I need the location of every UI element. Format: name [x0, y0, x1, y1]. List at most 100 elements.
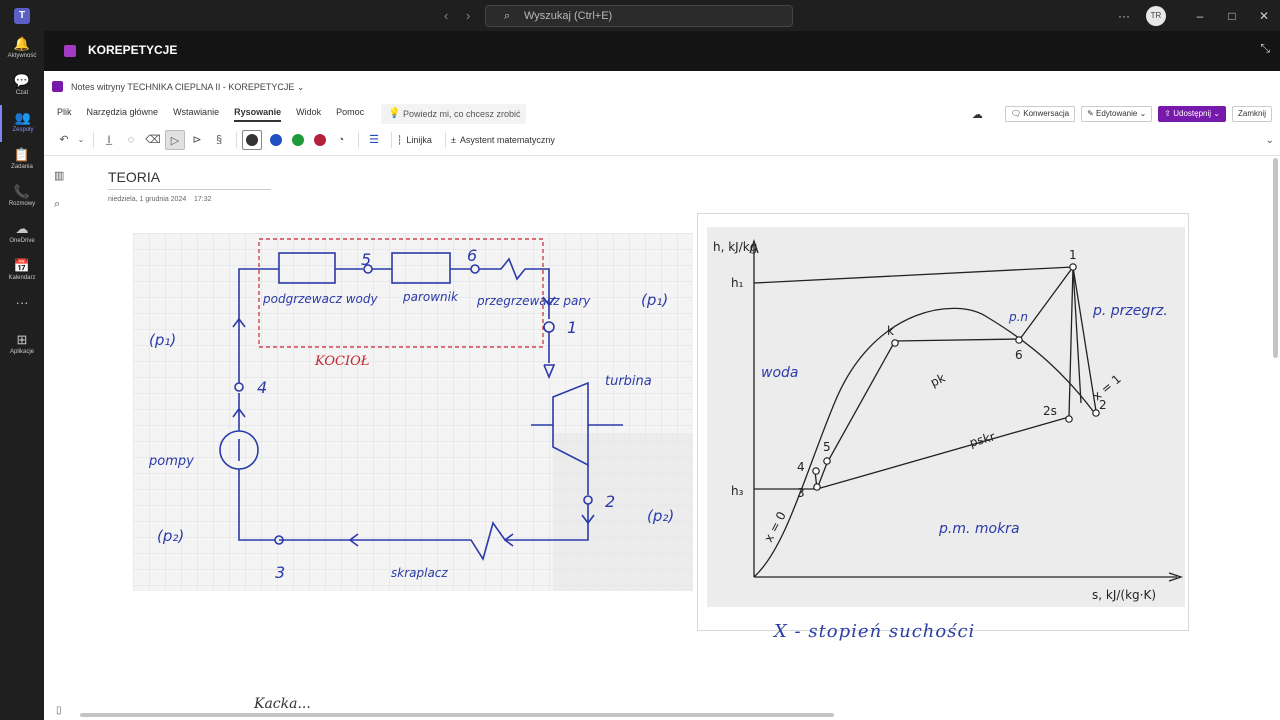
water-ink-label: woda: [761, 365, 798, 381]
hs-diagram-container[interactable]: h, kJ/kg s, kJ/(kg·K) h₁ h₃ 1 2 2s 3 4 5…: [697, 213, 1189, 631]
collapse-icon[interactable]: ⤡: [1260, 41, 1270, 56]
tab-view[interactable]: Widok: [296, 107, 321, 122]
highlighter-icon[interactable]: ◔: [331, 130, 351, 150]
bottom-ink-note[interactable]: Kacka...: [254, 696, 311, 712]
rail-item-assignments[interactable]: 📋 Zadania: [0, 142, 44, 179]
pen-green[interactable]: [292, 134, 304, 146]
lasso-icon[interactable]: ◌: [121, 130, 141, 150]
ribbon-collapse-icon[interactable]: ⌄: [1266, 135, 1274, 146]
pen-blue[interactable]: [270, 134, 282, 146]
breadcrumb[interactable]: Notes witryny TECHNIKA CIEPLNA II - KORE…: [52, 81, 304, 93]
avatar[interactable]: TR: [1146, 5, 1166, 26]
tab-file[interactable]: Plik: [57, 107, 72, 122]
divider: [236, 132, 237, 148]
point-k-label: k: [887, 324, 894, 338]
point-1-label: 1: [1069, 248, 1077, 262]
add-space-icon[interactable]: §: [209, 130, 229, 150]
tab-help[interactable]: Pomoc: [336, 107, 364, 122]
page-side-icons: ▥ ⌕: [54, 162, 64, 218]
node-3-label: 3: [275, 563, 285, 582]
team-title: KOREPETYCJE: [88, 43, 178, 57]
page-canvas[interactable]: ▥ ⌕ TEORIA niedziela, 1 grudnia 2024 17:…: [44, 156, 1280, 720]
rail-label: Zespoły: [12, 127, 34, 133]
type-select-icon[interactable]: I̲: [99, 130, 119, 150]
team-header: KOREPETYCJE ⤡: [44, 31, 1280, 71]
rail-label: OneDrive: [9, 238, 35, 244]
h3-label: h₃: [731, 484, 744, 498]
assignments-icon: 📋: [13, 147, 31, 162]
dryness-fraction-ink-note[interactable]: X - stopień suchości: [774, 621, 975, 642]
steam-ink-label: p.n: [1008, 310, 1028, 324]
calendar-icon: 📅: [13, 258, 31, 273]
line-style-icon[interactable]: ☰: [364, 130, 384, 150]
onenote-icon: [52, 81, 63, 92]
search-icon[interactable]: ⌕: [54, 190, 64, 218]
share-button[interactable]: ⇪ Udostępnij ⌄: [1158, 106, 1226, 122]
rail-item-activity[interactable]: 🔔 Aktywność: [0, 31, 44, 68]
pen-red[interactable]: [314, 134, 326, 146]
tell-me-input[interactable]: 💡 Powiedz mi, co chcesz zrobić: [381, 104, 526, 124]
undo-icon[interactable]: ↶: [54, 130, 74, 150]
search-input[interactable]: ⌕ Wyszukaj (Ctrl+E): [485, 5, 793, 27]
vertical-scrollbar[interactable]: [1273, 158, 1278, 358]
rail-label: Aktywność: [7, 53, 37, 59]
apps-icon: ⊞: [16, 332, 28, 347]
rail-item-onedrive[interactable]: ☁ OneDrive: [0, 216, 44, 253]
tab-draw[interactable]: Rysowanie: [234, 107, 282, 122]
conversation-label: Konwersacja: [1023, 109, 1070, 118]
cycle-sketch-image[interactable]: podgrzewacz wody parownik przegrzewacz p…: [133, 233, 693, 591]
forward-arrow-icon[interactable]: ›: [466, 8, 470, 23]
onenote-app: Notes witryny TECHNIKA CIEPLNA II - KORE…: [44, 71, 1280, 720]
rail-item-more[interactable]: ···: [0, 290, 44, 327]
more-options-icon[interactable]: ···: [1108, 9, 1140, 23]
rail-item-teams[interactable]: 👥 Zespoły: [0, 105, 44, 142]
point-5-label: 5: [823, 440, 831, 454]
ribbon-actions: ☁ 🗨 Konwersacja ✎ Edytowanie ⌄ ⇪ Udostęp…: [972, 106, 1272, 122]
tab-insert[interactable]: Wstawianie: [173, 107, 219, 122]
p2-right-label: (p₂): [647, 507, 674, 525]
p1-left-label: (p₁): [149, 331, 176, 349]
math-assistant-button[interactable]: Asystent matematyczny: [460, 135, 555, 145]
divider: [444, 132, 446, 148]
rail-item-apps[interactable]: ⊞ Aplikacje: [0, 327, 44, 364]
rail-item-chat[interactable]: 💬 Czat: [0, 68, 44, 105]
device-icon[interactable]: ▯: [56, 705, 62, 716]
pen-select-icon[interactable]: ⊳: [187, 130, 207, 150]
close-window-icon[interactable]: ✕: [1248, 9, 1280, 23]
rail-label: Aplikacje: [9, 349, 34, 355]
window-controls: ··· TR – □ ✕: [1108, 0, 1280, 31]
chevron-down-icon: ⌄: [296, 82, 305, 92]
chat-icon: 💬: [13, 73, 31, 88]
minimize-icon[interactable]: –: [1184, 9, 1216, 23]
heater-label: podgrzewacz wody: [262, 292, 378, 306]
eraser-icon[interactable]: ⌫: [143, 130, 163, 150]
breadcrumb-text: Notes witryny TECHNIKA CIEPLNA II - KORE…: [71, 82, 295, 92]
rail-item-calls[interactable]: 📞 Rozmowy: [0, 179, 44, 216]
undo-dropdown-icon[interactable]: ⌄: [76, 130, 86, 150]
conversation-button[interactable]: 🗨 Konwersacja: [1004, 106, 1076, 122]
ruler-button[interactable]: Linijka: [406, 135, 432, 145]
back-arrow-icon[interactable]: ‹: [444, 8, 448, 23]
pen-black[interactable]: [242, 130, 262, 150]
search-icon: ⌕: [504, 10, 511, 22]
math-icon: ±: [450, 135, 456, 145]
node-5-label: 5: [361, 250, 371, 269]
share-label: Udostępnij: [1173, 109, 1212, 118]
ribbon-tabs: Plik Narzędzia główne Wstawianie Rysowan…: [57, 107, 379, 122]
x-axis-label: s, kJ/(kg·K): [1092, 588, 1156, 602]
pump-label: pompy: [148, 454, 194, 469]
close-button[interactable]: Zamknij: [1231, 106, 1272, 122]
maximize-icon[interactable]: □: [1216, 9, 1248, 23]
horizontal-scrollbar[interactable]: [80, 713, 834, 717]
editing-button[interactable]: ✎ Edytowanie ⌄: [1081, 106, 1153, 122]
rail-item-calendar[interactable]: 📅 Kalendarz: [0, 253, 44, 290]
hs-diagram-image: h, kJ/kg s, kJ/(kg·K) h₁ h₃ 1 2 2s 3 4 5…: [707, 227, 1185, 607]
more-icon: ···: [15, 295, 29, 310]
date-text: niedziela, 1 grudnia 2024: [108, 196, 187, 203]
notebooks-icon[interactable]: ▥: [54, 162, 64, 190]
p2-left-label: (p₂): [157, 527, 184, 545]
pointer-icon[interactable]: ▷: [165, 130, 185, 150]
page-title[interactable]: TEORIA: [108, 169, 160, 185]
tab-home[interactable]: Narzędzia główne: [87, 107, 159, 122]
sync-status-icon[interactable]: ☁: [972, 108, 983, 121]
